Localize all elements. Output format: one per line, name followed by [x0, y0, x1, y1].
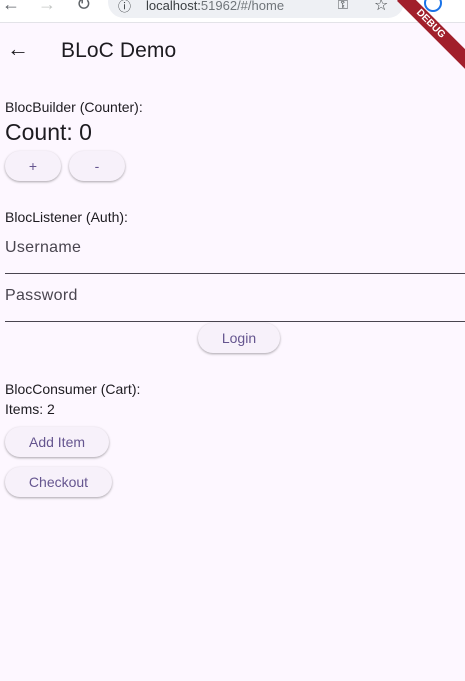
page-title: BLoC Demo	[61, 39, 177, 62]
increment-button[interactable]: +	[5, 151, 61, 181]
username-placeholder: Username	[5, 239, 82, 256]
password-field[interactable]: Password	[5, 274, 465, 322]
browser-back-icon[interactable]: ←	[2, 0, 20, 15]
reload-icon[interactable]: ↻	[76, 0, 91, 15]
site-info-icon[interactable]: ⓘ	[118, 0, 131, 15]
checkout-button[interactable]: Checkout	[5, 467, 112, 497]
add-item-button[interactable]: Add Item	[5, 427, 109, 457]
password-underline	[5, 321, 465, 322]
cart-items-count: Items: 2	[5, 401, 55, 417]
username-field[interactable]: Username	[5, 226, 465, 274]
browser-toolbar: ← → ↻ ⓘ localhost:51962/#/home ⚿ ☆	[0, 0, 465, 23]
password-key-icon[interactable]: ⚿	[338, 0, 348, 13]
address-bar[interactable]: ⓘ localhost:51962/#/home ⚿ ☆	[108, 0, 404, 18]
login-button[interactable]: Login	[198, 323, 280, 353]
app-screen: ← BLoC Demo DEBUG BlocBuilder (Counter):…	[0, 0, 465, 681]
cart-section-label: BlocConsumer (Cart):	[5, 381, 141, 397]
count-value: Count: 0	[5, 119, 92, 145]
browser-forward-icon[interactable]: →	[38, 0, 56, 15]
password-placeholder: Password	[5, 287, 78, 304]
url-text: localhost:51962/#/home	[146, 0, 285, 13]
auth-section-label: BlocListener (Auth):	[5, 209, 128, 225]
app-bar: ← BLoC Demo	[0, 23, 465, 79]
back-arrow-icon[interactable]: ←	[6, 37, 30, 61]
decrement-button[interactable]: -	[69, 151, 125, 181]
bookmark-star-icon[interactable]: ☆	[374, 0, 388, 15]
counter-section-label: BlocBuilder (Counter):	[5, 99, 143, 115]
